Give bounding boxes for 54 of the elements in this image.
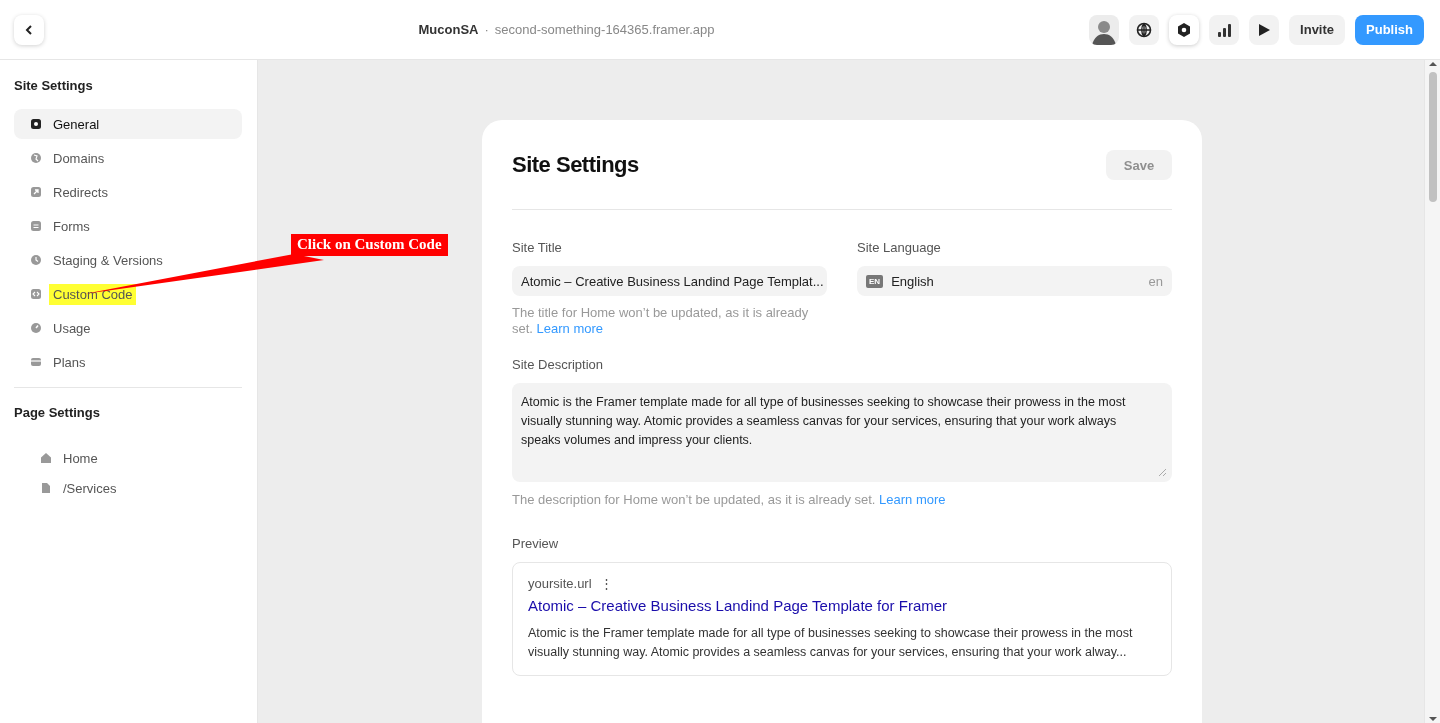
chevron-left-icon [24, 23, 34, 36]
card-icon [30, 356, 42, 368]
language-select[interactable]: EN English en [857, 266, 1172, 296]
preview-title: Atomic – Creative Business Landind Page Template for Framer [528, 597, 949, 614]
clock-icon [30, 254, 42, 266]
page-title: Site Settings [512, 152, 639, 178]
field-label: Site Description [512, 357, 605, 373]
page-item[interactable]: /Services [14, 473, 242, 503]
page-item[interactable]: Home [14, 443, 242, 473]
sidebar-item[interactable]: Domains [14, 143, 242, 173]
sidebar-item[interactable]: Custom Code [14, 279, 242, 309]
toolbar-button[interactable] [1129, 14, 1160, 45]
preview-description: Atomic is the Framer template made for all type of businesses seeking to showcase their prowess in the most visually stunning way. Atomic provides a seamless canvas for your services, ensuring that your work alway... [528, 625, 1134, 661]
invite-button[interactable]: Invite [1289, 14, 1346, 45]
scroll-up-icon [1427, 60, 1438, 68]
project-name: MuconSA [418, 22, 479, 37]
title-input[interactable]: Atomic – Creative Business Landind Page Templat... [512, 266, 827, 296]
separator: · [484, 22, 489, 37]
scroll-down-icon [1427, 715, 1438, 723]
field-label: Preview [512, 536, 560, 552]
toolbar-button[interactable] [1169, 14, 1200, 45]
resize-handle-icon [1158, 468, 1167, 477]
help-text: The title for Home won’t be updated, as it is already set. Learn more [512, 305, 810, 337]
home-icon [40, 452, 52, 464]
sidebar-item[interactable]: Plans [14, 347, 242, 377]
page-icon [40, 482, 52, 494]
language-badge: EN [866, 274, 884, 288]
sidebar-item[interactable]: Forms [14, 211, 242, 241]
sidebar-item[interactable]: Usage [14, 313, 242, 343]
settings-icon [30, 118, 42, 130]
form-icon [30, 220, 42, 232]
help-text: The description for Home won’t be updated, as it is already set. Learn more [512, 492, 947, 508]
field-label: Site Language [857, 240, 942, 256]
field-label: Site Title [512, 240, 563, 256]
callout-label: Click on Custom Code [291, 234, 448, 256]
preview-url: yoursite.url [528, 576, 592, 591]
description-field[interactable]: Atomic is the Framer template made for all type of businesses seeking to showcase their prowess in the most visually stunning way. Atomic provides a seamless canvas for your services, ensuring that your work always speaks volumes and impress your clients. [512, 383, 1172, 482]
back-button[interactable] [14, 14, 44, 45]
section-heading: Page Settings [14, 405, 101, 421]
site-url: second-something-164365.framer.app [494, 22, 715, 37]
sidebar-item[interactable]: Redirects [14, 177, 242, 207]
toolbar-button[interactable] [1249, 14, 1280, 45]
section-heading: Site Settings [14, 78, 94, 94]
toolbar-button[interactable] [1209, 14, 1240, 45]
sidebar-item[interactable]: General [14, 109, 242, 139]
code-icon [30, 288, 42, 300]
more-menu-icon: ⋮ [599, 576, 613, 591]
arrow-icon [30, 186, 42, 198]
gauge-icon [30, 322, 42, 334]
scrollbar-thumb[interactable] [1428, 72, 1437, 202]
hexagon-icon [1176, 21, 1193, 38]
avatar-icon[interactable] [1089, 14, 1120, 45]
bar-chart-icon [1216, 21, 1233, 38]
sidebar-item[interactable]: Staging & Versions [14, 245, 242, 275]
